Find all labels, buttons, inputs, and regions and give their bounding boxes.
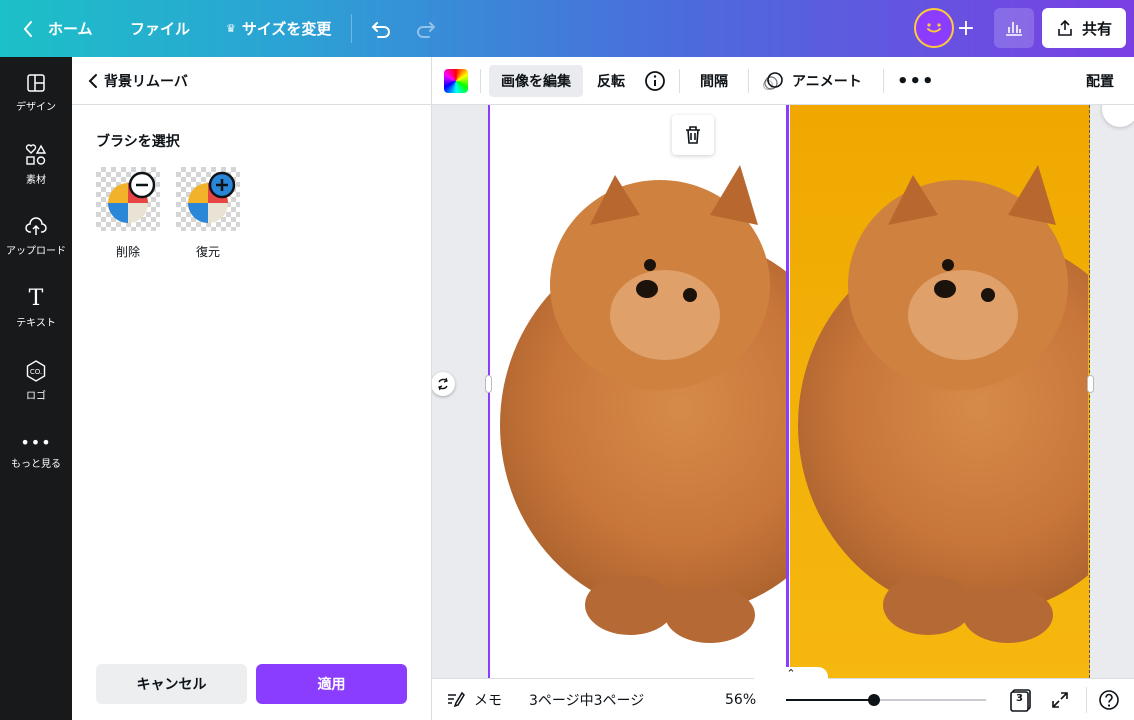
text-icon: T	[28, 286, 44, 311]
redo-icon[interactable]	[416, 0, 438, 57]
left-rail: デザイン 素材 アップロード T テキスト CO. ロゴ ••• もっと見る	[0, 57, 72, 720]
rail-item-more[interactable]: ••• もっと見る	[0, 417, 72, 489]
brush-heading: ブラシを選択	[96, 134, 180, 150]
panel-header[interactable]: 背景リムーバ	[72, 57, 432, 105]
flip-button[interactable]: 反転	[597, 65, 625, 97]
position-button[interactable]: 配置	[1086, 65, 1114, 97]
add-collaborator-icon[interactable]: +	[954, 12, 978, 44]
info-icon[interactable]	[644, 65, 666, 97]
rail-item-elements[interactable]: 素材	[0, 129, 72, 201]
notes-icon	[448, 691, 465, 708]
dog-image	[500, 165, 860, 643]
help-icon[interactable]	[1098, 679, 1120, 720]
rail-label: アップロード	[6, 246, 66, 257]
svg-text:CO.: CO.	[30, 368, 42, 376]
comment-icon[interactable]	[1102, 105, 1134, 127]
spacing-button[interactable]: 間隔	[700, 65, 728, 97]
resize-handle-right[interactable]	[1087, 375, 1094, 393]
rotate-icon[interactable]	[432, 372, 455, 396]
divider	[883, 69, 884, 93]
zoom-slider-fill	[786, 699, 874, 701]
page-count: 3	[1016, 693, 1023, 704]
back-icon[interactable]	[22, 0, 34, 57]
file-menu[interactable]: ファイル	[130, 0, 190, 57]
logo-icon: CO.	[26, 360, 46, 382]
apply-button[interactable]: 適用	[256, 664, 407, 704]
home-link[interactable]: ホーム	[48, 0, 93, 57]
layout-icon	[27, 74, 45, 92]
removed-background-preview	[488, 105, 860, 678]
brush-thumbnail	[96, 167, 160, 231]
undo-icon[interactable]	[369, 0, 391, 57]
notes-button[interactable]: メモ	[446, 679, 502, 720]
resize-button[interactable]: ♛ サイズを変更	[226, 0, 331, 57]
elements-icon	[25, 144, 47, 165]
divider	[351, 14, 352, 43]
crown-icon: ♛	[226, 22, 236, 35]
brush-label: 復元	[195, 245, 220, 259]
divider	[1086, 687, 1087, 713]
animate-label: アニメート	[792, 74, 862, 90]
design-page[interactable]	[488, 105, 1134, 678]
rail-label: ロゴ	[26, 391, 46, 402]
zoom-slider-knob[interactable]	[868, 694, 880, 706]
chevron-left-icon[interactable]	[88, 73, 98, 89]
resize-handle-left[interactable]	[485, 375, 492, 393]
resize-label: サイズを変更	[241, 20, 332, 38]
brush-erase[interactable]: 削除	[96, 167, 160, 260]
share-icon	[1058, 19, 1072, 36]
dog-image	[798, 165, 1134, 643]
more-icon: •••	[20, 433, 52, 452]
editor-canvas[interactable]	[432, 105, 1134, 678]
divider	[748, 69, 749, 93]
brush-label: 削除	[115, 245, 140, 259]
rail-label: 素材	[26, 175, 46, 186]
cancel-button[interactable]: キャンセル	[96, 664, 247, 704]
divider	[679, 69, 680, 93]
brush-restore[interactable]: 復元	[176, 167, 240, 260]
panel-title: 背景リムーバ	[104, 73, 188, 90]
bottom-bar: ⌃ メモ 3ページ中3ページ 56% 3	[432, 667, 1134, 720]
avatar[interactable]	[914, 8, 954, 48]
split-divider[interactable]	[786, 105, 789, 678]
divider	[480, 69, 481, 93]
rail-item-logo[interactable]: CO. ロゴ	[0, 345, 72, 417]
rail-item-text[interactable]: T テキスト	[0, 273, 72, 345]
share-label: 共有	[1081, 19, 1112, 38]
animate-button[interactable]: アニメート	[762, 65, 862, 97]
context-toolbar: 画像を編集 反転 間隔 アニメート ••• 配置	[432, 57, 1134, 105]
edit-image-button[interactable]: 画像を編集	[489, 65, 583, 97]
original-image-preview	[790, 105, 1134, 678]
color-swatch-icon[interactable]	[444, 69, 468, 93]
zoom-slider[interactable]	[786, 694, 986, 706]
fullscreen-icon[interactable]	[1051, 679, 1069, 720]
animate-icon	[763, 72, 783, 90]
insights-icon[interactable]	[994, 8, 1034, 48]
upload-icon	[25, 217, 47, 235]
notes-label: メモ	[474, 693, 502, 709]
more-options-icon[interactable]: •••	[897, 65, 935, 97]
rail-item-uploads[interactable]: アップロード	[0, 201, 72, 273]
rail-label: デザイン	[16, 102, 56, 113]
page-grid-button[interactable]: 3	[1009, 679, 1033, 720]
page-indicator: 3ページ中3ページ	[529, 693, 645, 709]
background-remover-panel: 背景リムーバ ブラシを選択 削除 復元 キャンセル 適用	[72, 57, 432, 720]
zoom-level[interactable]: 56%	[725, 679, 756, 720]
rail-item-design[interactable]: デザイン	[0, 57, 72, 129]
top-bar: ホーム ファイル ♛ サイズを変更 + 共有	[0, 0, 1134, 57]
chevron-up-icon[interactable]: ⌃	[754, 667, 828, 681]
share-button[interactable]: 共有	[1042, 8, 1126, 48]
brush-thumbnail	[176, 167, 240, 231]
rail-label: テキスト	[16, 318, 56, 329]
trash-icon[interactable]	[672, 115, 714, 155]
rail-label: もっと見る	[11, 459, 61, 470]
